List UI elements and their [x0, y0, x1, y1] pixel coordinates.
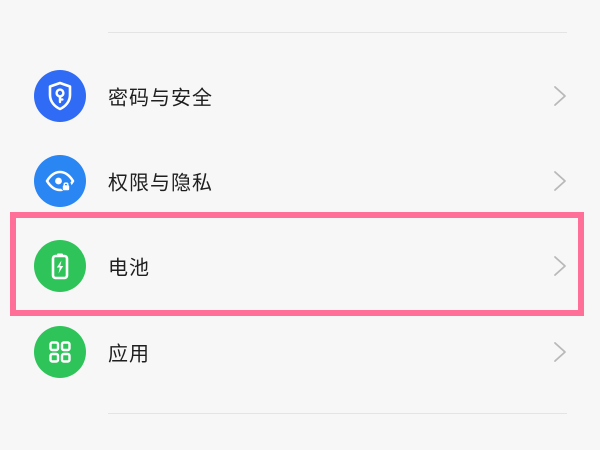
settings-item-battery[interactable]: 电池: [0, 226, 600, 306]
settings-item-label: 应用: [108, 341, 150, 366]
apps-grid-icon: [34, 326, 86, 378]
settings-item-label: 密码与安全: [108, 85, 213, 110]
chevron-right-icon: [554, 342, 566, 362]
settings-item-apps[interactable]: 应用: [0, 312, 600, 392]
chevron-right-icon: [554, 171, 566, 191]
settings-item-label: 权限与隐私: [108, 170, 213, 195]
shield-key-icon: [34, 70, 86, 122]
eye-lock-icon: [34, 155, 86, 207]
chevron-right-icon: [554, 256, 566, 276]
battery-charging-icon: [34, 240, 86, 292]
top-divider: [108, 32, 567, 33]
settings-item-permissions-privacy[interactable]: 权限与隐私: [0, 141, 600, 221]
bottom-divider: [108, 413, 567, 414]
settings-item-password-security[interactable]: 密码与安全: [0, 56, 600, 136]
settings-item-label: 电池: [108, 255, 150, 280]
chevron-right-icon: [554, 86, 566, 106]
